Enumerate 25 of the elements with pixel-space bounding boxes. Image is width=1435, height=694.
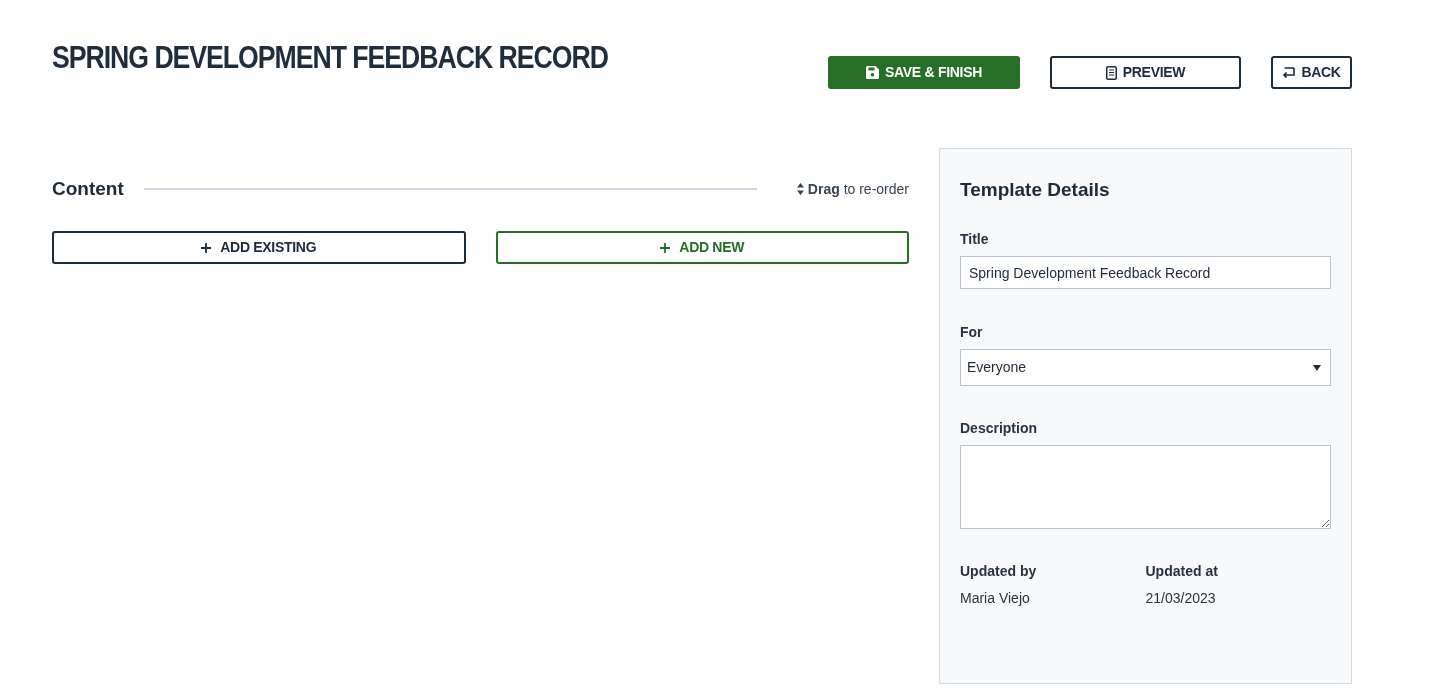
page-title: SPRING DEVELOPMENT FEEDBACK RECORD [52,40,608,76]
plus-icon [660,242,671,253]
field-label: Description [960,419,1038,437]
document-icon [1105,65,1117,80]
field-label: Title [960,230,990,248]
meta-value: 21/03/2023 [1145,589,1217,607]
for-select-field[interactable]: Everyone [960,349,1331,386]
return-arrow-icon [1282,67,1296,78]
meta-label: Updated by [960,562,1038,580]
title-input-field[interactable]: Spring Development Feedback Record [960,256,1331,289]
drag-reorder-hint: Drag to re-order [807,179,909,199]
description-textarea[interactable] [960,445,1331,529]
preview-button[interactable]: PREVIEW [1050,56,1241,89]
back-button[interactable]: BACK [1271,56,1352,89]
add-new-button[interactable]: ADD NEW [495,231,909,264]
plus-icon [201,242,212,253]
meta-value: Maria Viejo [960,589,1031,607]
add-existing-button[interactable]: ADD EXISTING [52,231,466,264]
meta-label: Updated at [1145,562,1219,580]
save-and-finish-button[interactable]: SAVE & FINISH [828,56,1020,89]
sort-arrows-icon [796,183,804,195]
content-heading: Content [52,178,124,200]
field-label: For [960,323,984,341]
panel-heading: Template Details [960,179,1111,201]
caret-down-icon [1313,364,1321,371]
